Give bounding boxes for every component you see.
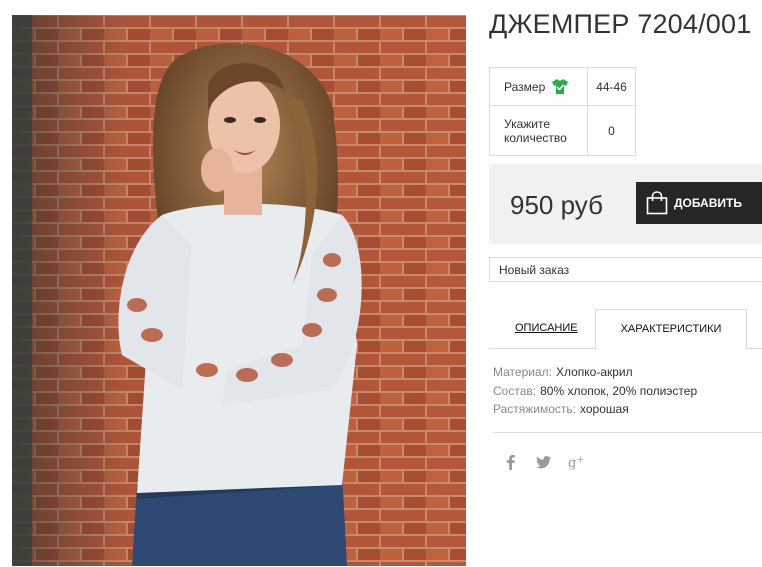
size-label: Размер: [504, 79, 546, 94]
spec-row-stretch: Растяжимость: хорошая: [493, 400, 697, 419]
quantity-input[interactable]: 0: [587, 105, 636, 156]
quantity-label-line1: Укажите: [504, 116, 551, 131]
product-price: 950 руб: [510, 190, 603, 220]
svg-text:g: g: [568, 456, 576, 471]
divider: [493, 432, 762, 433]
svg-text:+: +: [577, 455, 585, 465]
order-select[interactable]: Новый заказ: [489, 257, 762, 282]
shopping-bag-icon: [646, 191, 668, 215]
spec-value: хорошая: [580, 402, 629, 416]
tab-characteristics[interactable]: ХАРАКТЕРИСТИКИ: [595, 309, 747, 350]
spec-row-material: Материал: Хлопко-акрил: [493, 363, 697, 382]
add-to-cart-label: ДОБАВИТЬ: [674, 196, 742, 210]
spec-value: 80% хлопок, 20% полиэстер: [540, 383, 698, 398]
add-to-cart-button[interactable]: ДОБАВИТЬ: [636, 182, 762, 224]
specs-list: Материал: Хлопко-акрил Состав: 80% хлопок,…: [493, 363, 697, 419]
spec-value: Хлопко-акрил: [555, 365, 633, 379]
product-title: ДЖЕМПЕР 7204/001: [489, 9, 752, 39]
google-plus-icon[interactable]: g +: [568, 453, 586, 471]
tshirt-icon[interactable]: [552, 79, 569, 94]
quantity-label-line2: количество: [504, 130, 567, 145]
facebook-icon[interactable]: [502, 453, 520, 471]
price-box: 950 руб ДОБАВИТЬ: [489, 164, 762, 244]
product-photo[interactable]: [12, 15, 466, 566]
size-value[interactable]: 44-46: [587, 67, 636, 106]
size-row: Размер 44-46: [489, 67, 636, 106]
options-table: Размер 44-46 Укажите количество 0: [489, 67, 636, 156]
quantity-row: Укажите количество 0: [489, 105, 636, 156]
tab-description[interactable]: ОПИСАНИЕ: [515, 322, 578, 334]
quantity-label: Укажите количество: [489, 105, 588, 156]
size-label-cell: Размер: [489, 67, 588, 106]
spec-key: Материал:: [493, 365, 552, 379]
spec-row-composition: Состав: 80% хлопок, 20% полиэстер: [493, 382, 697, 401]
spec-key: Состав:: [493, 383, 537, 398]
twitter-icon[interactable]: [535, 453, 553, 471]
spec-key: Растяжимость:: [493, 402, 577, 416]
